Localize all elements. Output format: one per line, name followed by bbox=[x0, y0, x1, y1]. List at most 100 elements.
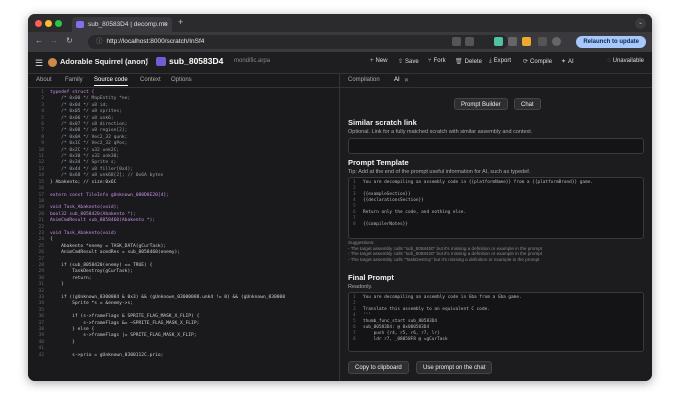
tab-compilation[interactable]: Compilation bbox=[348, 77, 380, 83]
minimize-window-icon[interactable] bbox=[45, 20, 52, 27]
address-toolbar: ← → ↻ ⓘ http://localhost:8000/scratch/InS… bbox=[28, 32, 652, 52]
close-window-icon[interactable] bbox=[35, 20, 42, 27]
cast-icon[interactable] bbox=[452, 37, 461, 46]
fork-icon: ⑂ bbox=[428, 58, 432, 64]
prompt-builder-button[interactable]: Prompt Builder bbox=[454, 98, 508, 110]
copy-clipboard-button[interactable]: Copy to clipboard bbox=[348, 361, 409, 374]
code-text: } bbox=[50, 282, 64, 288]
prompt-template-editor[interactable]: 1 You are decompiling an assembly code in… bbox=[348, 177, 644, 239]
url-field[interactable]: ⓘ http://localhost:8000/scratch/InSf4 bbox=[88, 35, 508, 49]
ai-button[interactable]: ✦ AI bbox=[561, 58, 574, 65]
prompt-line: 8 ldr r7, _08058F8 @ =gCurTask bbox=[353, 337, 639, 343]
source-panel: About Family Source code Context Options… bbox=[28, 74, 340, 381]
code-text: Sprite *s = &enemy->s; bbox=[50, 301, 133, 307]
sparkle-icon: ✦ bbox=[561, 59, 567, 65]
site-info-icon[interactable]: ⓘ bbox=[96, 38, 103, 45]
tab-title: sub_80583D4 | decomp.me bbox=[88, 21, 168, 28]
extension-icon[interactable] bbox=[522, 37, 531, 46]
fork-button[interactable]: ⑂ Fork bbox=[428, 58, 446, 64]
maximize-window-icon[interactable] bbox=[55, 20, 62, 27]
line-number: 8 bbox=[353, 337, 356, 342]
compile-label: Compile bbox=[530, 59, 553, 65]
extension-icon[interactable] bbox=[508, 37, 517, 46]
tab-family[interactable]: Family bbox=[65, 77, 83, 83]
forward-icon[interactable]: → bbox=[50, 36, 58, 45]
prompt-text: You are decompiling an assembly code in … bbox=[363, 295, 522, 300]
function-name-text: sub_80583D4 bbox=[169, 56, 224, 66]
profile-avatar[interactable] bbox=[552, 37, 561, 46]
export-button[interactable]: ⤓ Export bbox=[489, 58, 511, 65]
tab-options[interactable]: Options bbox=[171, 77, 192, 83]
line-number: 42 bbox=[38, 352, 44, 358]
code-editor[interactable]: 1 typedef struct {2 /* 0x00 */ MapEntity … bbox=[28, 88, 339, 381]
tab-context[interactable]: Context bbox=[140, 77, 161, 83]
url-text: http://localhost:8000/scratch/InSf4 bbox=[106, 38, 205, 45]
browser-window: sub_80583D4 | decomp.me ✕ + ⌄ ← → ↻ ⓘ htt… bbox=[28, 14, 652, 381]
trash-icon: 🗑 bbox=[455, 59, 463, 65]
extension-icon[interactable] bbox=[494, 37, 503, 46]
template-title: Prompt Template bbox=[348, 158, 409, 167]
prompt-text: Return only the code, and nothing else. bbox=[363, 210, 467, 215]
status-text: Unavailable bbox=[612, 58, 644, 64]
save-label: Save bbox=[405, 59, 419, 65]
use-prompt-button[interactable]: Use prompt on the chat bbox=[416, 361, 493, 374]
code-text: AnimCmdResult acmdRes = sub_8058460(enem… bbox=[50, 250, 180, 256]
sync-icon: ⟳ bbox=[523, 59, 529, 65]
tab-about[interactable]: About bbox=[36, 77, 52, 83]
prompt-text: Translate this assembly to an equivalent… bbox=[363, 307, 490, 312]
tab-close-icon[interactable]: ✕ bbox=[163, 17, 168, 32]
compile-button[interactable]: ⟳ Compile bbox=[523, 58, 552, 65]
similar-link-input[interactable] bbox=[348, 138, 644, 154]
chat-button[interactable]: Chat bbox=[514, 98, 541, 110]
plus-icon: + bbox=[370, 58, 374, 64]
new-label: New bbox=[375, 58, 388, 64]
final-prompt-box[interactable]: 1 You are decompiling an assembly code in… bbox=[348, 292, 644, 352]
suggestions-text: Suggestions: - The target assembly calls… bbox=[348, 240, 543, 262]
tab-search-icon[interactable]: ⌄ bbox=[635, 18, 646, 29]
delete-button[interactable]: 🗑 Delete bbox=[455, 58, 482, 65]
relaunch-button[interactable]: Relaunch to update bbox=[576, 36, 646, 48]
puzzle-icon[interactable] bbox=[538, 37, 547, 46]
tab-source-code[interactable]: Source code bbox=[94, 77, 128, 86]
fork-label: Fork bbox=[433, 58, 446, 64]
compiler-icon bbox=[156, 57, 166, 67]
right-tabs: Compilation AI ✕ bbox=[340, 74, 652, 88]
tab-ai[interactable]: AI bbox=[394, 77, 400, 83]
function-name[interactable]: sub_80583D4 bbox=[156, 56, 224, 67]
user-name: Adorable Squirrel (anon) bbox=[60, 57, 148, 66]
new-tab-icon[interactable]: + bbox=[178, 17, 183, 27]
close-tab-icon[interactable]: ✕ bbox=[404, 77, 409, 84]
ai-panel: Compilation AI ✕ Prompt Builder Chat Sim… bbox=[340, 74, 652, 381]
new-button[interactable]: + New bbox=[370, 58, 388, 64]
status-icon: ◌ bbox=[607, 58, 611, 64]
final-prompt-title: Final Prompt bbox=[348, 273, 394, 282]
reload-icon[interactable]: ↻ bbox=[66, 36, 73, 45]
prompt-text: You are decompiling an assembly code in … bbox=[363, 180, 593, 185]
code-text: s->prio = gUnknown_0300112C.prio; bbox=[50, 352, 164, 358]
prompt-text: {{compilerNotes}} bbox=[363, 222, 408, 227]
save-button[interactable]: ⇪ Save bbox=[398, 58, 419, 65]
similar-title: Similar scratch link bbox=[348, 118, 417, 127]
source-tabs: About Family Source code Context Options bbox=[28, 74, 339, 88]
favicon-icon bbox=[76, 21, 84, 28]
bookmark-star-icon[interactable] bbox=[465, 37, 474, 46]
browser-tab-bar: sub_80583D4 | decomp.me ✕ + ⌄ bbox=[28, 14, 652, 32]
app-header: ☰ Adorable Squirrel (anon) / sub_80583D4… bbox=[28, 52, 652, 74]
download-icon: ⤓ bbox=[489, 58, 492, 64]
delete-label: Delete bbox=[464, 59, 482, 65]
prompt-text: ldr r7, _08058F8 @ =gCurTask bbox=[363, 337, 448, 342]
prompt-line: 8 {{compilerNotes}} bbox=[353, 222, 639, 228]
breadcrumb-separator: / bbox=[146, 57, 149, 66]
back-icon[interactable]: ← bbox=[35, 36, 43, 45]
browser-tab[interactable]: sub_80583D4 | decomp.me ✕ bbox=[72, 17, 172, 32]
similar-desc: Optional. Link for a fully matched scrat… bbox=[348, 129, 533, 135]
user-brand[interactable]: Adorable Squirrel (anon) bbox=[48, 57, 148, 67]
platform-label: mondific.arpa bbox=[234, 58, 271, 64]
menu-icon[interactable]: ☰ bbox=[35, 58, 43, 69]
code-text: extern const TileInfo gUnknown_080D8E20[… bbox=[50, 192, 169, 198]
upload-icon: ⇪ bbox=[398, 59, 404, 65]
line-number: 8 bbox=[353, 222, 356, 227]
export-label: Export bbox=[493, 58, 511, 64]
final-prompt-status: Readonly. bbox=[348, 284, 373, 290]
ai-label: AI bbox=[568, 59, 574, 65]
